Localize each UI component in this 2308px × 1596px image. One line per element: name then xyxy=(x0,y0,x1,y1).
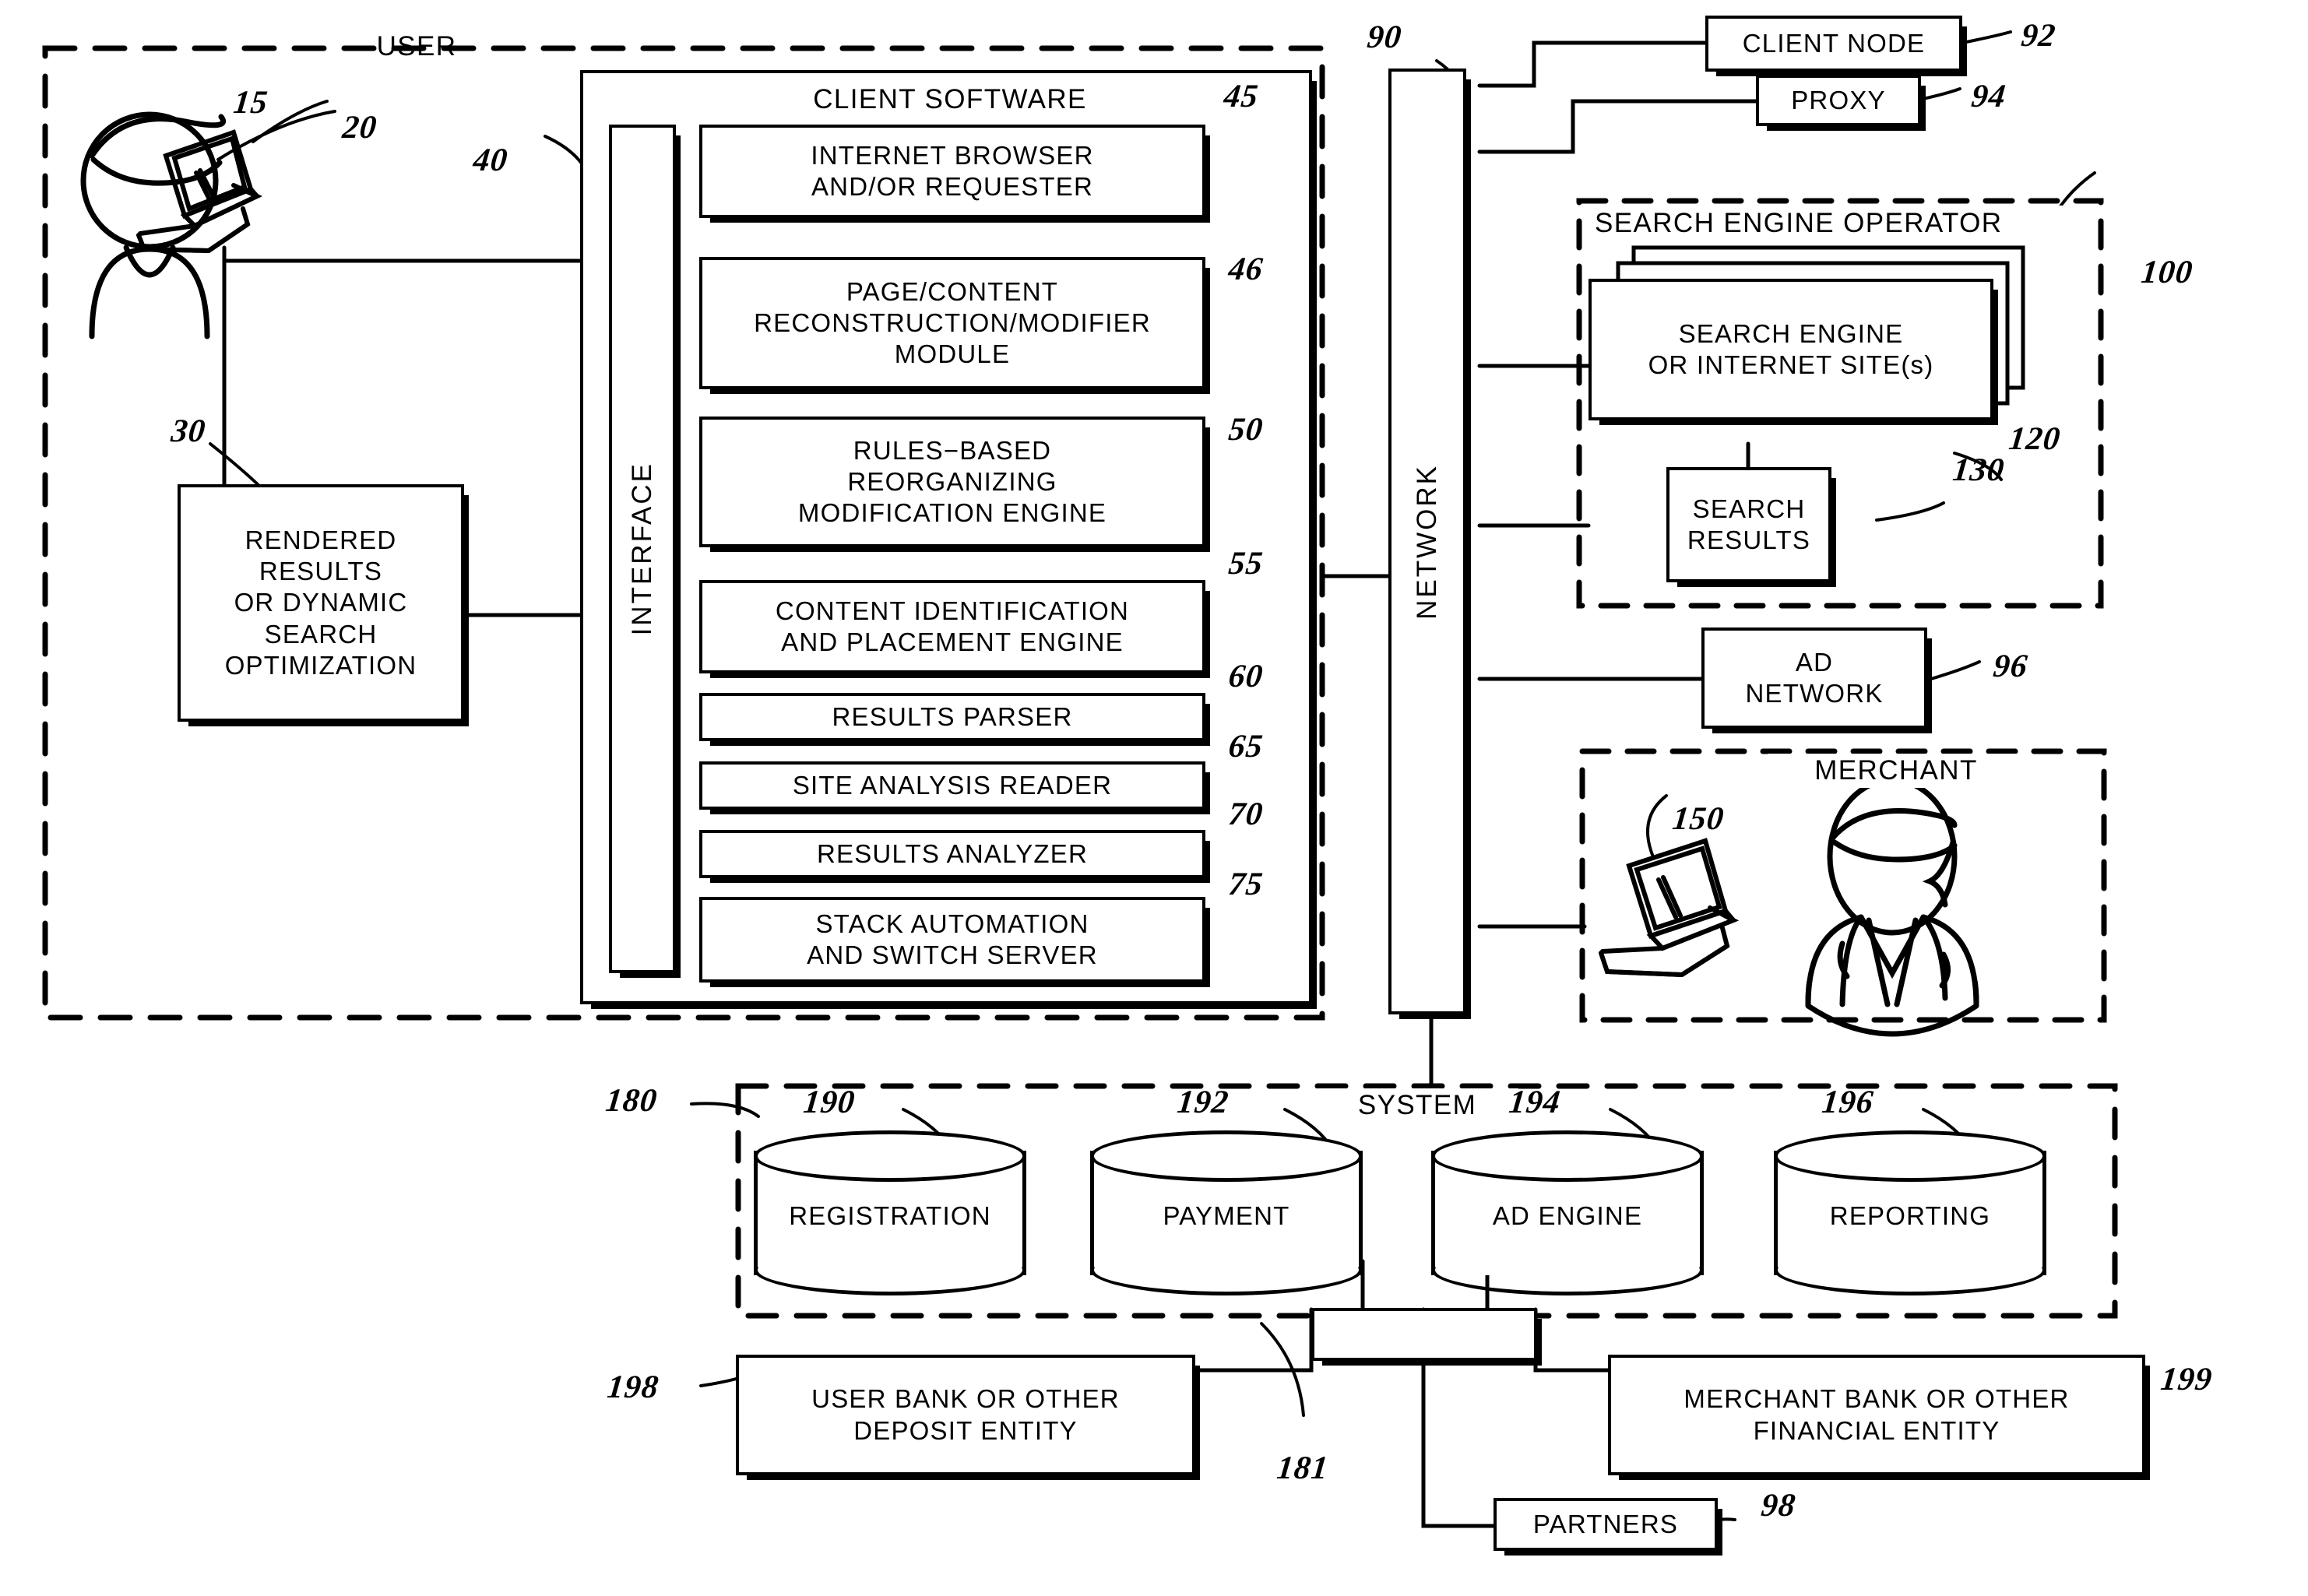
ref-190: 190 xyxy=(801,1085,857,1120)
connector-hub-merchantbank xyxy=(1533,1307,1620,1373)
leader-96 xyxy=(1930,660,1981,680)
module-page-content-reconstruction: PAGE/CONTENT RECONSTRUCTION/MODIFIER MOD… xyxy=(699,257,1205,389)
ref-40: 40 xyxy=(471,142,510,178)
leader-181 xyxy=(1260,1322,1305,1417)
merchant-laptop-figure xyxy=(1599,838,1740,978)
ref-55: 55 xyxy=(1226,546,1265,582)
merchant-zone-boundary xyxy=(1579,748,2107,1023)
user-bank-box: USER BANK OR OTHER DEPOSIT ENTITY xyxy=(736,1355,1195,1475)
user-laptop-figure xyxy=(136,129,263,254)
database-reporting-label: REPORTING xyxy=(1829,1201,1991,1231)
ref-100: 100 xyxy=(2139,255,2195,290)
connector-hub-userbank xyxy=(1189,1307,1314,1373)
ref-194: 194 xyxy=(1507,1085,1563,1120)
ref-46: 46 xyxy=(1226,251,1265,287)
ref-96: 96 xyxy=(1991,649,2030,684)
system-hub-box xyxy=(1311,1308,1537,1361)
connector-network-proxy xyxy=(1477,99,1758,154)
ad-network-box: AD NETWORK xyxy=(1701,628,1927,729)
ref-192: 192 xyxy=(1175,1085,1231,1120)
ref-75: 75 xyxy=(1226,867,1265,902)
leader-150 xyxy=(1646,794,1668,856)
module-results-parser-text: RESULTS PARSER xyxy=(832,701,1073,731)
search-engine-box: SEARCH ENGINE OR INTERNET SITE(s) xyxy=(1589,279,1993,420)
user-person-figure xyxy=(80,111,227,339)
module-results-parser: RESULTS PARSER xyxy=(699,693,1205,741)
module-stack-automation-text: STACK AUTOMATION AND SWITCH SERVER xyxy=(807,909,1098,969)
database-ad-engine-label: AD ENGINE xyxy=(1492,1201,1643,1231)
system-label: SYSTEM xyxy=(1316,1088,1518,1123)
merchant-bank-text: MERCHANT BANK OR OTHER FINANCIAL ENTITY xyxy=(1684,1384,2070,1445)
ref-50: 50 xyxy=(1226,412,1265,448)
ref-94: 94 xyxy=(1969,79,2008,114)
module-rules-based-text: RULES−BASED REORGANIZING MODIFICATION EN… xyxy=(797,435,1107,528)
merchant-person-figure xyxy=(1805,777,1979,1037)
search-engine-operator-label: SEARCH ENGINE OPERATOR xyxy=(1595,206,2093,241)
search-results-text: SEARCH RESULTS xyxy=(1687,494,1811,554)
ref-65: 65 xyxy=(1226,729,1265,765)
database-registration: REGISTRATION xyxy=(754,1130,1026,1295)
interface-label: INTERFACE xyxy=(627,462,657,636)
ref-60: 60 xyxy=(1226,659,1265,694)
proxy-label: PROXY xyxy=(1791,85,1886,114)
proxy-box: PROXY xyxy=(1756,75,1921,126)
leader-180 xyxy=(690,1102,760,1118)
ref-98: 98 xyxy=(1759,1488,1798,1524)
ref-92: 92 xyxy=(2019,18,2058,54)
module-results-analyzer-text: RESULTS ANALYZER xyxy=(816,838,1089,868)
ref-130: 130 xyxy=(1951,452,2007,488)
module-internet-browser: INTERNET BROWSER AND/OR REQUESTER xyxy=(699,125,1205,218)
partners-box: PARTNERS xyxy=(1494,1498,1718,1551)
ref-199: 199 xyxy=(2158,1362,2215,1397)
ref-30: 30 xyxy=(169,413,208,449)
search-results-box: SEARCH RESULTS xyxy=(1666,467,1831,582)
user-zone-label: USER xyxy=(376,31,457,62)
module-rules-based-engine: RULES−BASED REORGANIZING MODIFICATION EN… xyxy=(699,417,1205,547)
leader-92 xyxy=(1961,30,2012,44)
ref-120: 120 xyxy=(2007,421,2063,457)
user-bank-text: USER BANK OR OTHER DEPOSIT ENTITY xyxy=(811,1384,1120,1445)
client-node-box: CLIENT NODE xyxy=(1705,16,1962,72)
ref-20: 20 xyxy=(340,110,379,146)
database-reporting: REPORTING xyxy=(1774,1130,2046,1295)
module-content-identification: CONTENT IDENTIFICATION AND PLACEMENT ENG… xyxy=(699,580,1205,673)
ref-70: 70 xyxy=(1226,796,1265,832)
ref-181: 181 xyxy=(1275,1450,1331,1486)
module-results-analyzer: RESULTS ANALYZER xyxy=(699,830,1205,878)
ref-90: 90 xyxy=(1365,19,1404,55)
module-stack-automation: STACK AUTOMATION AND SWITCH SERVER xyxy=(699,897,1205,983)
ref-150: 150 xyxy=(1670,801,1726,837)
ref-180: 180 xyxy=(603,1083,660,1119)
database-registration-label: REGISTRATION xyxy=(789,1201,991,1231)
ref-15: 15 xyxy=(231,85,270,121)
module-content-identification-text: CONTENT IDENTIFICATION AND PLACEMENT ENG… xyxy=(775,596,1130,656)
client-node-label: CLIENT NODE xyxy=(1742,28,1926,58)
partners-label: PARTNERS xyxy=(1532,1509,1679,1538)
leader-130 xyxy=(1875,501,1945,522)
interface-bar: INTERFACE xyxy=(609,125,676,973)
database-payment: PAYMENT xyxy=(1090,1130,1363,1295)
module-site-analysis-reader-text: SITE ANALYSIS READER xyxy=(792,770,1113,800)
module-internet-browser-text: INTERNET BROWSER AND/OR REQUESTER xyxy=(811,140,1094,201)
ref-196: 196 xyxy=(1820,1085,1876,1120)
module-page-content-text: PAGE/CONTENT RECONSTRUCTION/MODIFIER MOD… xyxy=(754,276,1151,369)
ad-network-text: AD NETWORK xyxy=(1745,647,1884,708)
connector-network-clientnode xyxy=(1477,40,1708,88)
merchant-zone-label: MERCHANT xyxy=(1768,754,2025,788)
network-bar: NETWORK xyxy=(1388,69,1466,1014)
client-software-title: CLIENT SOFTWARE xyxy=(813,84,1087,114)
connector-laptop-interface xyxy=(222,245,583,263)
merchant-bank-box: MERCHANT BANK OR OTHER FINANCIAL ENTITY xyxy=(1608,1355,2145,1475)
ref-198: 198 xyxy=(605,1369,661,1405)
ref-45: 45 xyxy=(1222,79,1261,114)
module-site-analysis-reader: SITE ANALYSIS READER xyxy=(699,761,1205,810)
rendered-results-box: RENDERED RESULTS OR DYNAMIC SEARCH OPTIM… xyxy=(178,484,464,722)
rendered-results-text: RENDERED RESULTS OR DYNAMIC SEARCH OPTIM… xyxy=(224,525,417,680)
search-engine-text: SEARCH ENGINE OR INTERNET SITE(s) xyxy=(1648,318,1934,379)
database-payment-label: PAYMENT xyxy=(1163,1201,1290,1231)
network-label: NETWORK xyxy=(1412,463,1442,620)
database-ad-engine: AD ENGINE xyxy=(1431,1130,1704,1295)
